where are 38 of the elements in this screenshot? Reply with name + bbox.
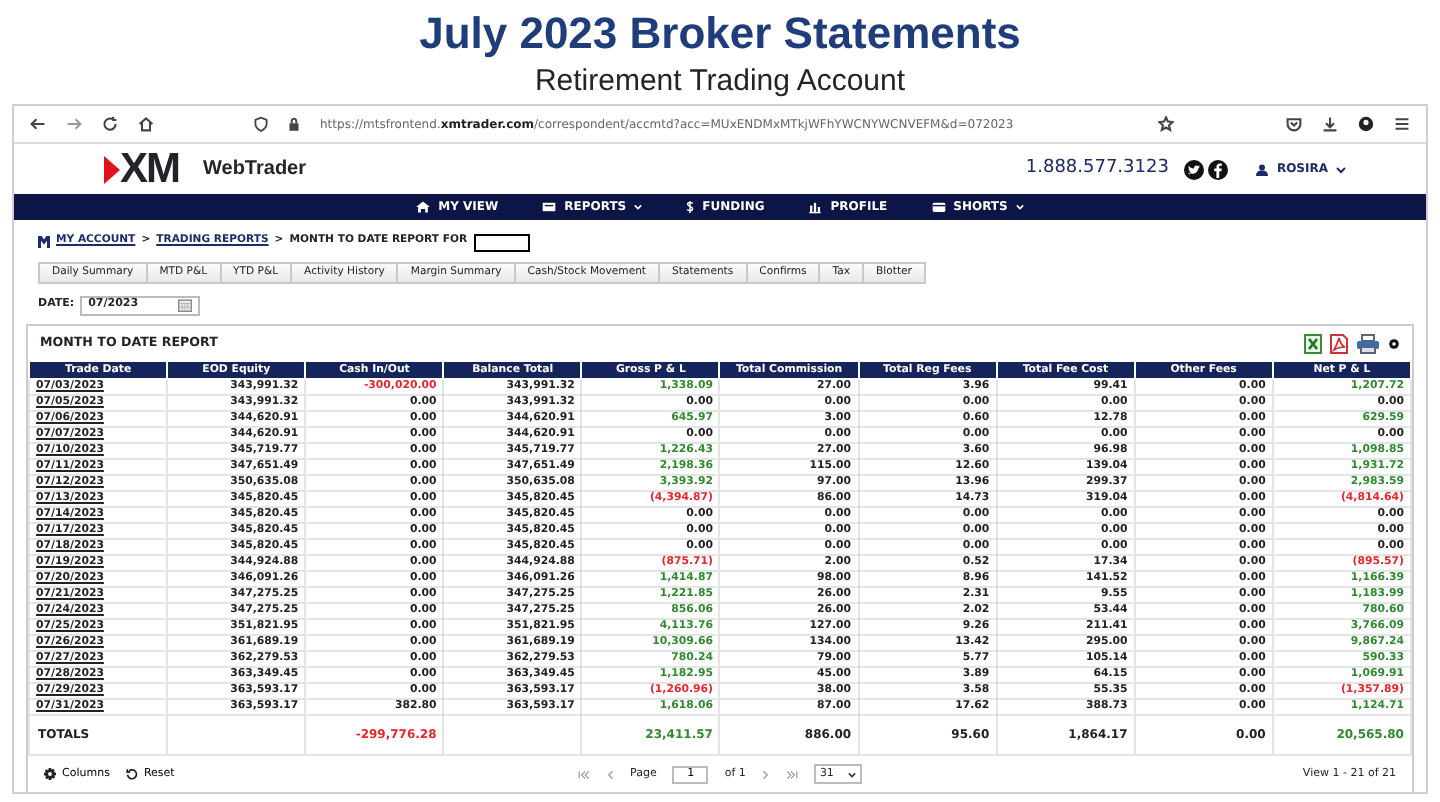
logo-text: XM (120, 148, 179, 190)
calendar-icon[interactable] (178, 298, 193, 312)
back-icon[interactable] (30, 116, 46, 132)
reload-icon[interactable] (102, 116, 118, 132)
card-icon (931, 200, 946, 214)
profile-icon[interactable] (1358, 116, 1374, 132)
last-page-icon[interactable] (785, 769, 798, 780)
first-page-icon[interactable] (578, 769, 591, 780)
user-icon (1256, 163, 1269, 175)
print-icon[interactable] (1356, 333, 1380, 353)
report-icon (542, 200, 557, 214)
phone-number: 1.888.577.3123 (1025, 155, 1169, 182)
page-subtitle: Retirement Trading Account (532, 64, 908, 100)
page-title: July 2023 Broker Statements (417, 8, 1023, 60)
shield-icon (254, 116, 268, 132)
logo-triangle-icon (104, 155, 120, 183)
chart-icon (808, 200, 823, 214)
download-icon[interactable] (1322, 116, 1338, 132)
forward-icon[interactable] (66, 116, 82, 132)
pocket-icon[interactable] (1286, 116, 1302, 132)
caret-icon (1336, 165, 1346, 173)
lock-icon (288, 116, 300, 132)
caret-icon (847, 771, 856, 778)
gear-icon (44, 768, 56, 781)
social-icon[interactable] (1208, 159, 1229, 179)
dollar-icon (686, 200, 695, 214)
star-icon[interactable] (1158, 116, 1174, 132)
home-icon (416, 200, 431, 214)
spreadsheet-icon[interactable] (1304, 333, 1322, 353)
brand-name: WebTrader (203, 156, 306, 184)
bird-icon[interactable] (1184, 159, 1205, 179)
next-page-icon[interactable] (761, 769, 770, 780)
reset-icon (125, 768, 138, 781)
previous-page-icon[interactable] (606, 769, 615, 780)
redacted-box (473, 233, 530, 251)
pdf-icon[interactable] (1330, 333, 1348, 353)
home-icon[interactable] (138, 116, 154, 132)
menu-icon[interactable] (1394, 116, 1410, 132)
